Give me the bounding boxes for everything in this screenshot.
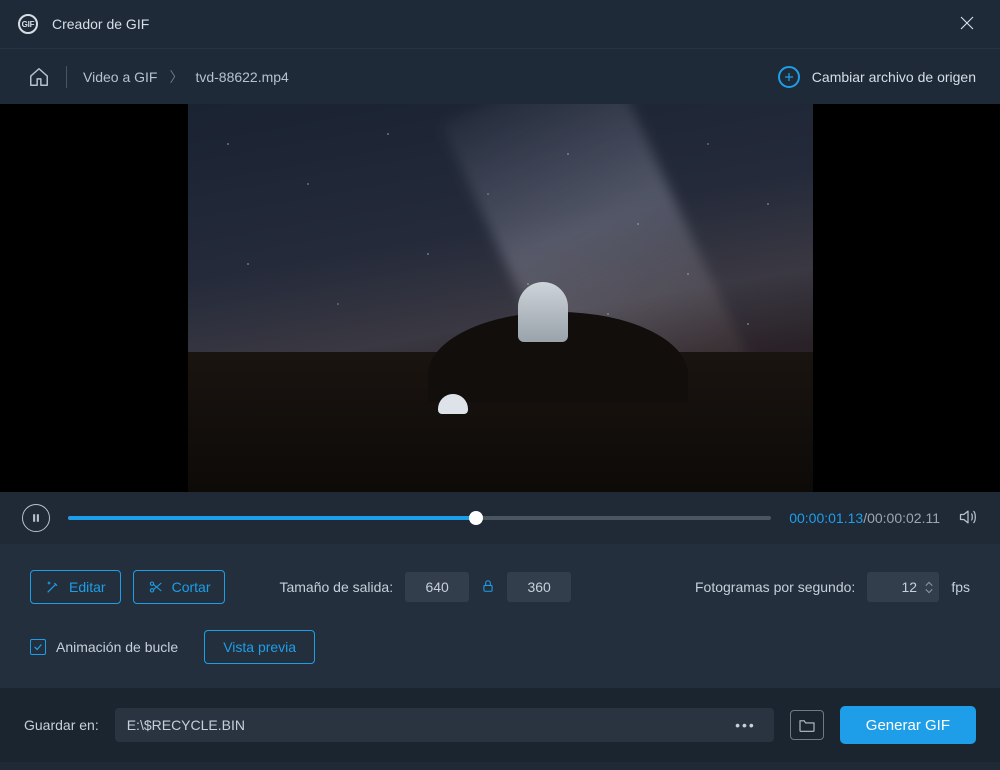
wand-icon [45, 579, 61, 595]
save-path-field: E:\$RECYCLE.BIN ••• [115, 708, 774, 742]
width-input[interactable]: 640 [405, 572, 469, 602]
seek-thumb[interactable] [469, 511, 483, 525]
check-icon [33, 642, 43, 652]
change-source-button[interactable]: Cambiar archivo de origen [778, 66, 976, 88]
save-bar: Guardar en: E:\$RECYCLE.BIN ••• Generar … [0, 688, 1000, 762]
save-path[interactable]: E:\$RECYCLE.BIN [127, 717, 729, 733]
lock-aspect-button[interactable] [481, 578, 495, 597]
cut-label: Cortar [172, 579, 211, 595]
chevron-down-icon[interactable] [925, 588, 933, 594]
scissors-icon [148, 579, 164, 595]
loop-checkbox[interactable]: Animación de bucle [30, 639, 178, 655]
lock-icon [481, 578, 495, 594]
close-button[interactable] [958, 14, 976, 35]
plus-circle-icon [778, 66, 800, 88]
video-thumbnail-detail [438, 394, 468, 414]
titlebar: GIF Creador de GIF [0, 0, 1000, 48]
volume-button[interactable] [958, 507, 978, 530]
time-display: 00:00:01.13/00:00:02.11 [789, 510, 940, 526]
output-size-group: Tamaño de salida: 640 360 [279, 572, 571, 602]
video-preview-area [0, 104, 1000, 492]
height-input[interactable]: 360 [507, 572, 571, 602]
preview-button[interactable]: Vista previa [204, 630, 315, 664]
breadcrumb-section[interactable]: Video a GIF [83, 69, 157, 85]
fps-group: Fotogramas por segundo: 12 fps [695, 572, 970, 602]
seek-progress [68, 516, 476, 520]
output-size-label: Tamaño de salida: [279, 579, 393, 595]
checkbox-box [30, 639, 46, 655]
save-label: Guardar en: [24, 717, 99, 733]
pause-button[interactable] [22, 504, 50, 532]
volume-icon [958, 507, 978, 527]
open-folder-button[interactable] [790, 710, 824, 740]
chevron-up-icon[interactable] [925, 581, 933, 587]
seek-slider[interactable] [68, 516, 771, 520]
fps-stepper [925, 572, 933, 602]
home-button[interactable] [28, 66, 50, 88]
close-icon [958, 14, 976, 32]
chevron-right-icon: 〉 [169, 67, 183, 87]
separator [66, 66, 67, 88]
generate-gif-button[interactable]: Generar GIF [840, 706, 976, 744]
breadcrumb: Video a GIF 〉 tvd-88622.mp4 [83, 67, 289, 87]
video-frame[interactable] [188, 104, 813, 492]
loop-label: Animación de bucle [56, 639, 178, 655]
settings-panel: Editar Cortar Tamaño de salida: 640 360 … [0, 544, 1000, 688]
duration: 00:00:02.11 [867, 510, 940, 526]
cut-button[interactable]: Cortar [133, 570, 226, 604]
app-title: Creador de GIF [52, 16, 149, 32]
edit-button[interactable]: Editar [30, 570, 121, 604]
home-icon [28, 66, 50, 88]
browse-button[interactable]: ••• [729, 717, 762, 733]
change-source-label: Cambiar archivo de origen [812, 69, 976, 85]
breadcrumb-filename: tvd-88622.mp4 [195, 69, 288, 85]
fps-label: Fotogramas por segundo: [695, 579, 855, 595]
current-time: 00:00:01.13 [789, 510, 863, 526]
edit-label: Editar [69, 579, 106, 595]
playback-bar: 00:00:01.13/00:00:02.11 [0, 492, 1000, 544]
fps-unit: fps [951, 579, 970, 595]
video-thumbnail-detail [518, 282, 568, 342]
breadcrumb-bar: Video a GIF 〉 tvd-88622.mp4 Cambiar arch… [0, 48, 1000, 104]
pause-icon [31, 513, 41, 523]
app-logo-icon: GIF [18, 14, 38, 34]
folder-icon [798, 718, 816, 732]
